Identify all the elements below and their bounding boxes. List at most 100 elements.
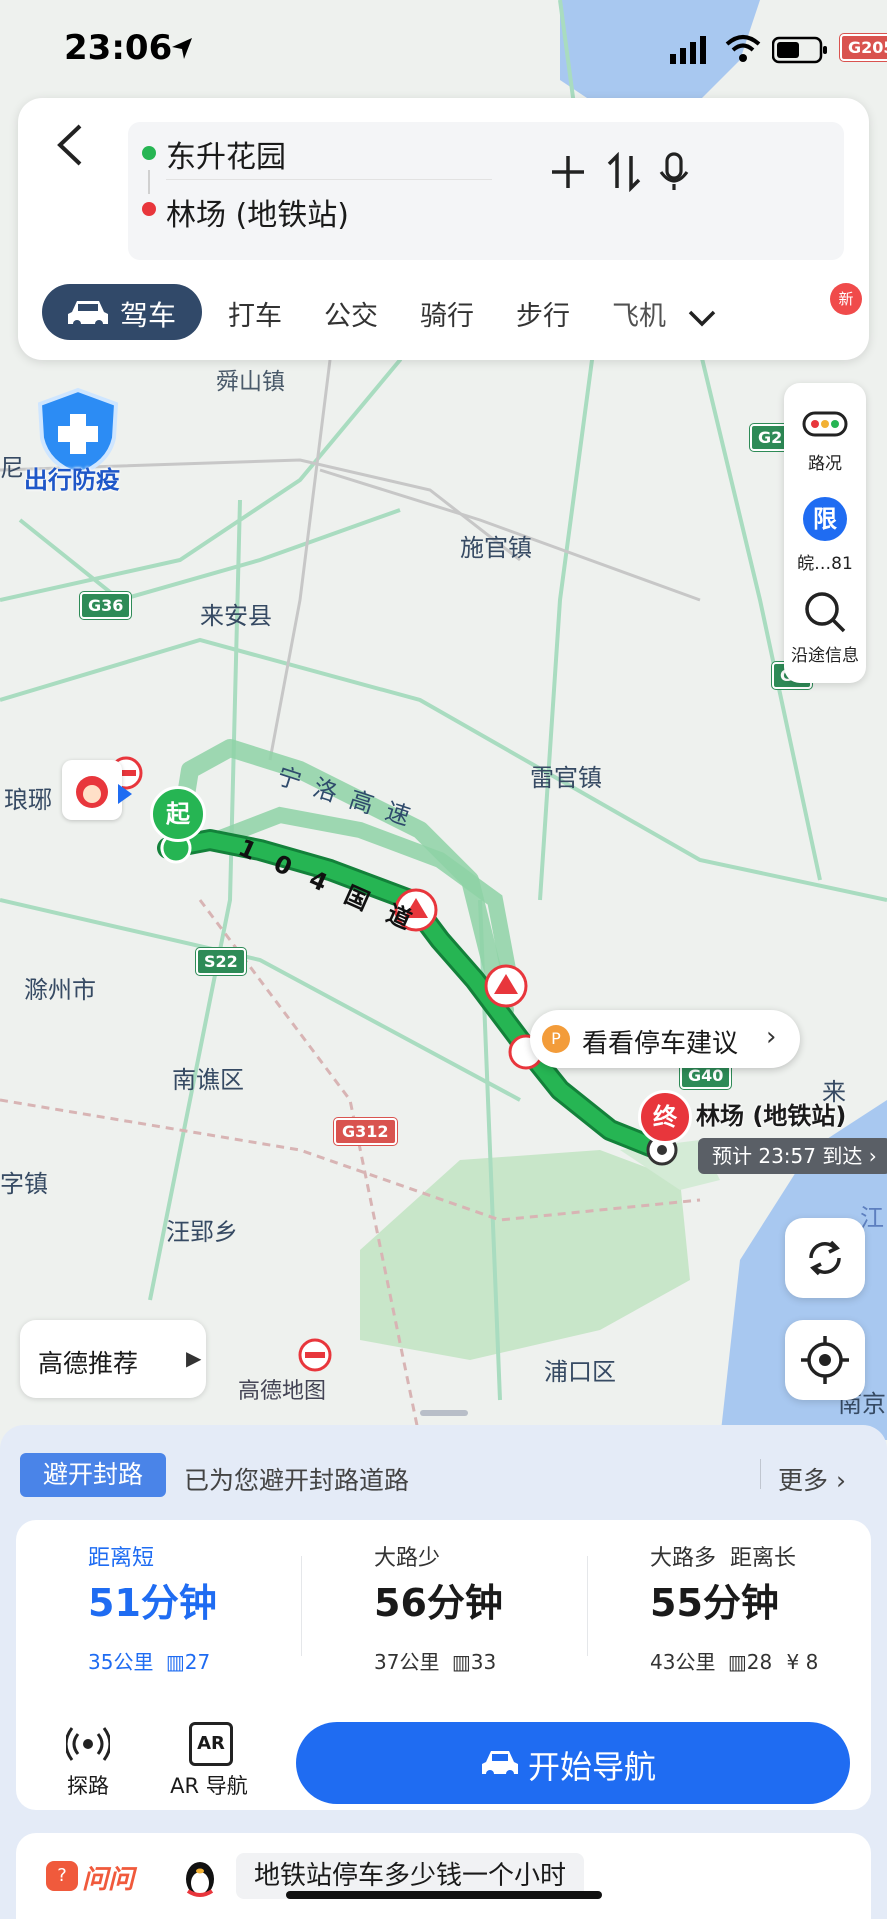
avoid-closure-row[interactable]: 避开封路 已为您避开封路道路 更多 › bbox=[0, 1425, 887, 1505]
map-label: 施官镇 bbox=[460, 534, 532, 562]
map-label: 浦口区 bbox=[544, 1358, 616, 1386]
back-button[interactable] bbox=[46, 120, 96, 170]
locate-button[interactable] bbox=[785, 1320, 865, 1400]
road-shield: S22 bbox=[196, 948, 246, 975]
more-label: 更多 bbox=[778, 1466, 829, 1495]
parking-tip-bubble[interactable]: P 看看停车建议 › bbox=[530, 1010, 800, 1068]
tab-taxi[interactable]: 打车 bbox=[228, 294, 282, 333]
ask-brand: 问问 bbox=[82, 1865, 135, 1895]
chevron-left-icon bbox=[57, 124, 82, 166]
tab-drive[interactable]: 驾车 bbox=[42, 284, 202, 340]
destination-dot-icon bbox=[142, 202, 156, 216]
traffic-light-small-icon: ▥ bbox=[451, 1650, 471, 1674]
traffic-light-small-icon: ▥ bbox=[165, 1650, 185, 1674]
ask-bar[interactable]: ? 问问 地铁站停车多少钱一个小时 bbox=[16, 1833, 871, 1919]
route-lights: 28 bbox=[746, 1650, 773, 1674]
transport-mode-tabs: 驾车 打车 公交 骑行 步行 飞机 bbox=[42, 284, 862, 344]
status-bar: 23:06 bbox=[0, 0, 887, 95]
map-watermark: 高德地图 bbox=[238, 1379, 327, 1404]
location-icon bbox=[172, 38, 192, 59]
route-info: 35公里 ▥27 bbox=[88, 1646, 210, 1675]
question-bubble-icon: ? bbox=[46, 1861, 78, 1891]
parking-tip-text: 看看停车建议 bbox=[582, 1029, 739, 1059]
origin-field[interactable]: 东升花园 bbox=[166, 132, 286, 176]
along-route-button[interactable]: 沿途信息 bbox=[784, 583, 866, 673]
start-navigation-label: 开始导航 bbox=[528, 1748, 657, 1786]
ar-icon: AR bbox=[189, 1722, 233, 1766]
chevron-down-icon[interactable] bbox=[682, 296, 722, 340]
route-tag: 大路多 距离长 bbox=[650, 1546, 796, 1571]
route-distance: 43公里 bbox=[650, 1650, 716, 1674]
start-navigation-button[interactable]: 开始导航 bbox=[296, 1722, 850, 1804]
divider bbox=[760, 1459, 761, 1489]
more-button[interactable]: 更多 › bbox=[778, 1461, 846, 1497]
map-label: 雷官镇 bbox=[530, 764, 602, 792]
tab-flight[interactable]: 飞机 bbox=[612, 294, 666, 333]
ar-nav-button[interactable]: AR AR 导航 bbox=[154, 1720, 264, 1800]
along-route-label: 沿途信息 bbox=[791, 646, 859, 666]
swap-icon[interactable] bbox=[604, 151, 644, 201]
wifi-icon bbox=[725, 35, 761, 62]
tab-cycle[interactable]: 骑行 bbox=[420, 294, 474, 333]
route-toll: ¥ 8 bbox=[786, 1650, 819, 1674]
traffic-label: 路况 bbox=[808, 454, 842, 474]
route-info: 37公里 ▥33 bbox=[374, 1646, 496, 1675]
route-connector bbox=[148, 170, 150, 194]
battery-icon bbox=[772, 36, 827, 64]
broadcast-icon bbox=[66, 1727, 110, 1761]
add-waypoint-icon[interactable] bbox=[548, 152, 588, 201]
avoid-tag: 避开封路 bbox=[20, 1453, 166, 1497]
route-distance: 35公里 bbox=[88, 1650, 154, 1674]
route-option[interactable]: 距离短 51分钟 35公里 ▥27 bbox=[16, 1520, 301, 1695]
map-label: 南谯区 bbox=[172, 1066, 244, 1094]
ar-label: AR 导航 bbox=[170, 1774, 248, 1798]
drag-handle[interactable] bbox=[420, 1410, 468, 1416]
recommend-button[interactable]: 高德推荐 ▶ bbox=[20, 1320, 206, 1398]
map-label: 滁州市 bbox=[24, 976, 96, 1004]
route-search-card: 东升花园 林场 (地铁站) 驾车 打车 公交 骑行 步行 飞机 新 bbox=[18, 98, 869, 360]
route-info: 43公里 ▥28 ¥ 8 bbox=[650, 1646, 818, 1675]
route-time: 51分钟 bbox=[88, 1581, 217, 1625]
explore-button[interactable]: 探路 bbox=[46, 1720, 130, 1800]
recommend-label: 高德推荐 bbox=[38, 1349, 139, 1378]
avatar[interactable] bbox=[62, 760, 122, 820]
tab-transit[interactable]: 公交 bbox=[324, 294, 378, 333]
map-label: 汪郢乡 bbox=[166, 1218, 238, 1246]
status-time: 23:06 bbox=[64, 28, 173, 68]
map-label: 舜山镇 bbox=[216, 369, 285, 395]
traffic-light-small-icon: ▥ bbox=[727, 1650, 747, 1674]
restriction-label: 皖…81 bbox=[797, 554, 853, 574]
location-arrow-icon bbox=[118, 784, 132, 804]
map-label: 琅琊 bbox=[4, 786, 52, 814]
tab-label: 驾车 bbox=[120, 299, 177, 332]
car-icon bbox=[482, 1751, 518, 1778]
divider bbox=[166, 179, 492, 180]
route-inputs: 东升花园 林场 (地铁站) bbox=[128, 122, 844, 260]
route-lights: 33 bbox=[470, 1650, 497, 1674]
penguin-icon bbox=[186, 1862, 214, 1897]
end-marker[interactable]: 终 bbox=[638, 1090, 692, 1144]
restriction-icon: 限 bbox=[803, 497, 847, 541]
refresh-route-button[interactable] bbox=[785, 1218, 865, 1298]
chevron-right-icon: › bbox=[766, 1022, 777, 1052]
car-icon bbox=[68, 301, 108, 328]
epidemic-label: 出行防疫 bbox=[24, 466, 120, 494]
microphone-icon[interactable] bbox=[654, 152, 694, 201]
play-right-icon: ▶ bbox=[186, 1346, 202, 1370]
start-marker[interactable]: 起 bbox=[150, 786, 206, 842]
traffic-button[interactable]: 路况 bbox=[784, 403, 866, 483]
destination-field[interactable]: 林场 (地铁站) bbox=[166, 190, 349, 234]
route-tag: 大路少 bbox=[374, 1546, 441, 1571]
refresh-icon bbox=[809, 1240, 841, 1276]
traffic-light-icon bbox=[802, 411, 848, 437]
route-time: 55分钟 bbox=[650, 1581, 779, 1625]
explore-label: 探路 bbox=[67, 1774, 109, 1798]
map-label: 字镇 bbox=[0, 1170, 48, 1198]
route-option[interactable]: 大路多 距离长 55分钟 43公里 ▥28 ¥ 8 bbox=[588, 1520, 871, 1695]
signal-icon bbox=[670, 36, 706, 64]
tab-walk[interactable]: 步行 bbox=[516, 294, 570, 333]
route-option[interactable]: 大路少 56分钟 37公里 ▥33 bbox=[302, 1520, 587, 1695]
road-shield: G312 bbox=[334, 1118, 397, 1145]
route-tag: 距离短 bbox=[88, 1546, 155, 1571]
restriction-button[interactable]: 限 皖…81 bbox=[784, 493, 866, 574]
